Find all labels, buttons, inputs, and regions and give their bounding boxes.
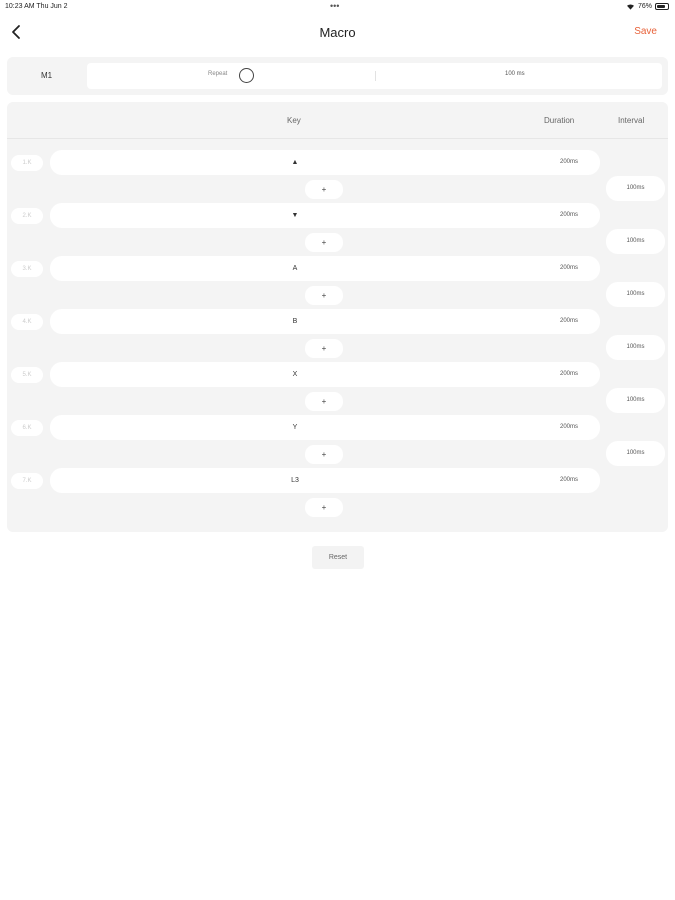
interval-value[interactable]: 100ms	[606, 441, 665, 466]
macro-settings-inner: Repeat 100 ms	[87, 63, 662, 89]
key-duration: 200ms	[559, 477, 578, 483]
add-key-button[interactable]: +	[305, 392, 343, 411]
key-row[interactable]: L3 200ms	[50, 468, 600, 493]
interval-value[interactable]: 100ms	[606, 229, 665, 254]
battery-percent: 76%	[637, 3, 652, 10]
battery-fill	[657, 5, 665, 8]
macro-interval-value[interactable]: 100 ms	[505, 71, 525, 77]
key-name: Y	[292, 424, 298, 431]
key-duration: 200ms	[559, 265, 578, 271]
add-key-button[interactable]: +	[305, 286, 343, 305]
save-button[interactable]: Save	[634, 26, 657, 37]
interval-value[interactable]: 100ms	[606, 282, 665, 307]
key-name: ▼	[291, 212, 299, 219]
key-row[interactable]: B 200ms	[50, 309, 600, 334]
add-key-button[interactable]: +	[305, 445, 343, 464]
key-row[interactable]: A 200ms	[50, 256, 600, 281]
key-name: X	[292, 371, 298, 378]
key-sequence-panel: Key Duration Interval 1.K ▲ 200ms + 100m…	[7, 102, 668, 532]
key-row[interactable]: Y 200ms	[50, 415, 600, 440]
repeat-radio[interactable]	[239, 68, 254, 83]
row-number: 1.K	[11, 155, 43, 171]
row-number: 5.K	[11, 367, 43, 383]
table-header: Key Duration Interval	[7, 102, 668, 139]
macro-slot-label: M1	[40, 71, 53, 80]
row-number: 7.K	[11, 473, 43, 489]
interval-value[interactable]: 100ms	[606, 388, 665, 413]
repeat-label: Repeat	[208, 71, 228, 77]
key-name: ▲	[291, 159, 299, 166]
interval-value[interactable]: 100ms	[606, 176, 665, 201]
status-time: 10:23 AM Thu Jun 2	[5, 3, 68, 10]
row-number: 4.K	[11, 314, 43, 330]
add-key-button[interactable]: +	[305, 339, 343, 358]
add-key-button[interactable]: +	[305, 233, 343, 252]
header-interval: Interval	[618, 116, 645, 125]
row-number: 2.K	[11, 208, 43, 224]
add-key-button[interactable]: +	[305, 498, 343, 517]
row-number: 6.K	[11, 420, 43, 436]
key-duration: 200ms	[559, 212, 578, 218]
page-title: Macro	[319, 25, 356, 40]
key-row[interactable]: ▲ 200ms	[50, 150, 600, 175]
macro-settings-bar: M1 Repeat 100 ms	[7, 57, 668, 95]
divider	[375, 71, 376, 81]
reset-button[interactable]: Reset	[312, 546, 364, 569]
battery-icon	[655, 3, 669, 10]
key-name: B	[292, 318, 298, 325]
nav-bar: Macro Save	[0, 18, 675, 48]
key-name: A	[292, 265, 298, 272]
key-duration: 200ms	[559, 424, 578, 430]
status-right: 76%	[626, 3, 669, 10]
key-duration: 200ms	[559, 318, 578, 324]
key-duration: 200ms	[559, 159, 578, 165]
key-name: L3	[291, 477, 299, 484]
status-bar: 10:23 AM Thu Jun 2 ••• 76%	[0, 0, 675, 14]
multitask-dots[interactable]: •••	[330, 1, 339, 11]
header-key: Key	[287, 116, 301, 125]
row-number: 3.K	[11, 261, 43, 277]
interval-value[interactable]: 100ms	[606, 335, 665, 360]
header-duration: Duration	[544, 116, 575, 125]
key-duration: 200ms	[559, 371, 578, 377]
key-row[interactable]: ▼ 200ms	[50, 203, 600, 228]
add-key-button[interactable]: +	[305, 180, 343, 199]
key-row[interactable]: X 200ms	[50, 362, 600, 387]
wifi-icon	[626, 4, 634, 10]
